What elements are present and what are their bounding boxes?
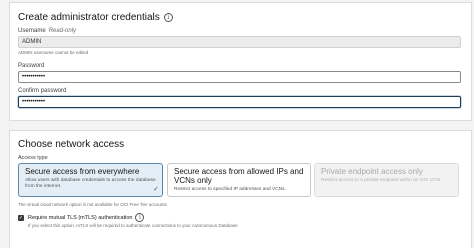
option-title: Secure access from allowed IPs and VCNs … [174, 167, 304, 185]
option-access-everywhere[interactable]: Secure access from everywhere Allow user… [18, 163, 163, 197]
option-allowed-ips[interactable]: Secure access from allowed IPs and VCNs … [167, 163, 311, 197]
mtls-checkbox-row[interactable]: ✓ Require mutual TLS (mTLS) authenticati… [18, 213, 145, 222]
free-tier-note: The virtual cloud network option is not … [18, 202, 167, 207]
network-panel: Choose network access Access type Secure… [9, 130, 472, 248]
option-description: Restrict access to a private endpoint wi… [321, 178, 440, 183]
confirm-password-label: Confirm password [18, 88, 67, 94]
mtls-label: Require mutual TLS (mTLS) authentication [28, 214, 133, 221]
credentials-panel: Create administrator credentials i Usern… [9, 2, 472, 121]
username-field: ADMIN [18, 36, 461, 48]
credentials-title: Create administrator credentials i [18, 12, 173, 23]
option-description: Restrict access to specified IP addresse… [174, 187, 286, 192]
option-private-endpoint: Private endpoint access only Restrict ac… [314, 163, 459, 197]
password-field[interactable]: ••••••••••• [18, 71, 461, 83]
option-title: Secure access from everywhere [25, 167, 140, 176]
checkmark-icon: ✓ [153, 186, 159, 193]
checkbox-checked-icon[interactable]: ✓ [18, 214, 24, 221]
option-description: Allow users with database credentials to… [25, 178, 156, 189]
mtls-hint: If you select this option, mTLS will be … [28, 223, 238, 228]
info-icon[interactable]: i [163, 13, 173, 22]
username-label: Username Read-only [18, 28, 77, 34]
access-type-label: Access type [18, 155, 48, 161]
password-label: Password [18, 63, 45, 69]
network-title: Choose network access [18, 139, 125, 150]
option-title: Private endpoint access only [321, 167, 423, 176]
info-icon[interactable]: i [135, 213, 145, 222]
readonly-note: Read-only [48, 28, 77, 34]
confirm-password-field[interactable]: ••••••••••• [18, 96, 461, 108]
username-hint: ADMIN username cannot be edited [18, 50, 89, 55]
